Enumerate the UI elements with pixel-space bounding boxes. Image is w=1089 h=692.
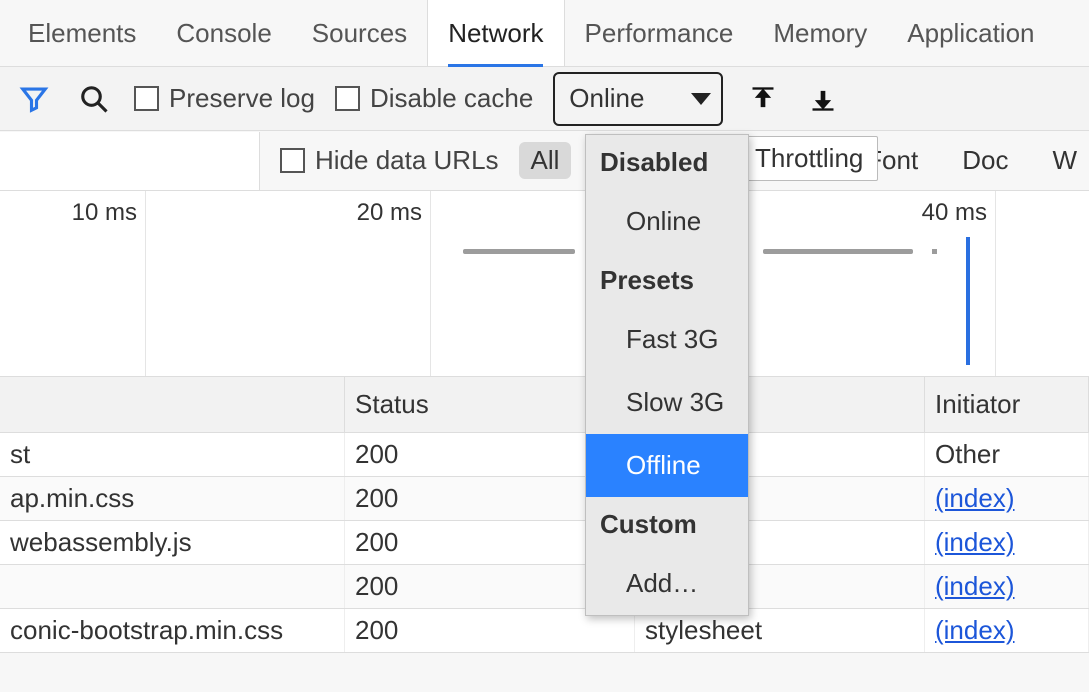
cell-name: webassembly.js [0, 521, 345, 564]
cell-initiator[interactable]: (index) [925, 477, 1089, 520]
filter-icon[interactable] [14, 79, 54, 119]
table-row[interactable]: ap.min.css200et(index) [0, 477, 1089, 521]
table-row[interactable]: webassembly.js200(index) [0, 521, 1089, 565]
table-row[interactable]: conic-bootstrap.min.css200stylesheet(ind… [0, 609, 1089, 653]
tab-elements[interactable]: Elements [8, 0, 156, 66]
network-timeline[interactable]: 10 ms 20 ms 40 ms [0, 191, 1089, 377]
devtools-tabs: Elements Console Sources Network Perform… [0, 0, 1089, 67]
tab-application[interactable]: Application [887, 0, 1054, 66]
dropdown-group-disabled: Disabled [586, 135, 748, 190]
network-toolbar: Preserve log Disable cache Online [0, 67, 1089, 131]
filter-chip-ws-partial[interactable]: W [1040, 142, 1089, 179]
network-requests-table: Status Initiator st200ntOtherap.min.css2… [0, 377, 1089, 653]
throttling-select-value: Online [569, 83, 644, 114]
timeline-tick-label: 40 ms [922, 199, 995, 227]
cell-initiator[interactable]: (index) [925, 565, 1089, 608]
initiator-link[interactable]: (index) [935, 571, 1014, 601]
filter-chip-all[interactable]: All [519, 142, 572, 179]
download-icon[interactable] [803, 79, 843, 119]
cell-initiator[interactable]: (index) [925, 521, 1089, 564]
timeline-cursor [966, 237, 970, 365]
timeline-gridline [145, 191, 146, 376]
cell-initiator: Other [925, 433, 1089, 476]
dropdown-group-custom: Custom [586, 497, 748, 552]
timeline-tick-label: 20 ms [357, 199, 430, 227]
col-initiator[interactable]: Initiator [925, 377, 1089, 432]
table-header-row: Status Initiator [0, 377, 1089, 433]
cell-name [0, 565, 345, 608]
table-row[interactable]: st200ntOther [0, 433, 1089, 477]
tab-network[interactable]: Network [427, 0, 564, 66]
disable-cache-checkbox[interactable]: Disable cache [335, 83, 533, 114]
dropdown-item-fast-3g[interactable]: Fast 3G [586, 308, 748, 371]
tab-console[interactable]: Console [156, 0, 291, 66]
filter-input[interactable] [0, 132, 260, 190]
hide-data-urls-checkbox[interactable]: Hide data URLs [280, 145, 499, 176]
tab-sources[interactable]: Sources [292, 0, 427, 66]
upload-icon[interactable] [743, 79, 783, 119]
timeline-dot [932, 249, 937, 254]
cell-name: st [0, 433, 345, 476]
dropdown-item-online[interactable]: Online [586, 190, 748, 253]
initiator-link[interactable]: (index) [935, 615, 1014, 645]
throttling-dropdown: Disabled Online Presets Fast 3G Slow 3G … [585, 134, 749, 616]
table-row[interactable]: 200et(index) [0, 565, 1089, 609]
filter-chip-doc[interactable]: Doc [950, 142, 1020, 179]
search-icon[interactable] [74, 79, 114, 119]
preserve-log-label: Preserve log [169, 83, 315, 114]
timeline-tick-label: 10 ms [72, 199, 145, 227]
dropdown-group-presets: Presets [586, 253, 748, 308]
chevron-down-icon [691, 93, 711, 105]
network-filter-bar: Hide data URLs All X dia Font Doc W Thro… [0, 131, 1089, 191]
throttling-tooltip: Throttling [740, 136, 878, 181]
timeline-gridline [995, 191, 996, 376]
preserve-log-checkbox[interactable]: Preserve log [134, 83, 315, 114]
tab-memory[interactable]: Memory [753, 0, 887, 66]
dropdown-item-offline[interactable]: Offline [586, 434, 748, 497]
initiator-link[interactable]: (index) [935, 483, 1014, 513]
cell-name: conic-bootstrap.min.css [0, 609, 345, 652]
cell-name: ap.min.css [0, 477, 345, 520]
col-name[interactable] [0, 377, 345, 432]
timeline-bar [463, 249, 575, 254]
dropdown-item-slow-3g[interactable]: Slow 3G [586, 371, 748, 434]
cell-initiator[interactable]: (index) [925, 609, 1089, 652]
initiator-link[interactable]: (index) [935, 527, 1014, 557]
throttling-select[interactable]: Online [553, 72, 723, 126]
disable-cache-label: Disable cache [370, 83, 533, 114]
timeline-bar [763, 249, 913, 254]
timeline-gridline [430, 191, 431, 376]
hide-data-urls-label: Hide data URLs [315, 145, 499, 176]
dropdown-item-add[interactable]: Add… [586, 552, 748, 615]
tab-performance[interactable]: Performance [565, 0, 754, 66]
